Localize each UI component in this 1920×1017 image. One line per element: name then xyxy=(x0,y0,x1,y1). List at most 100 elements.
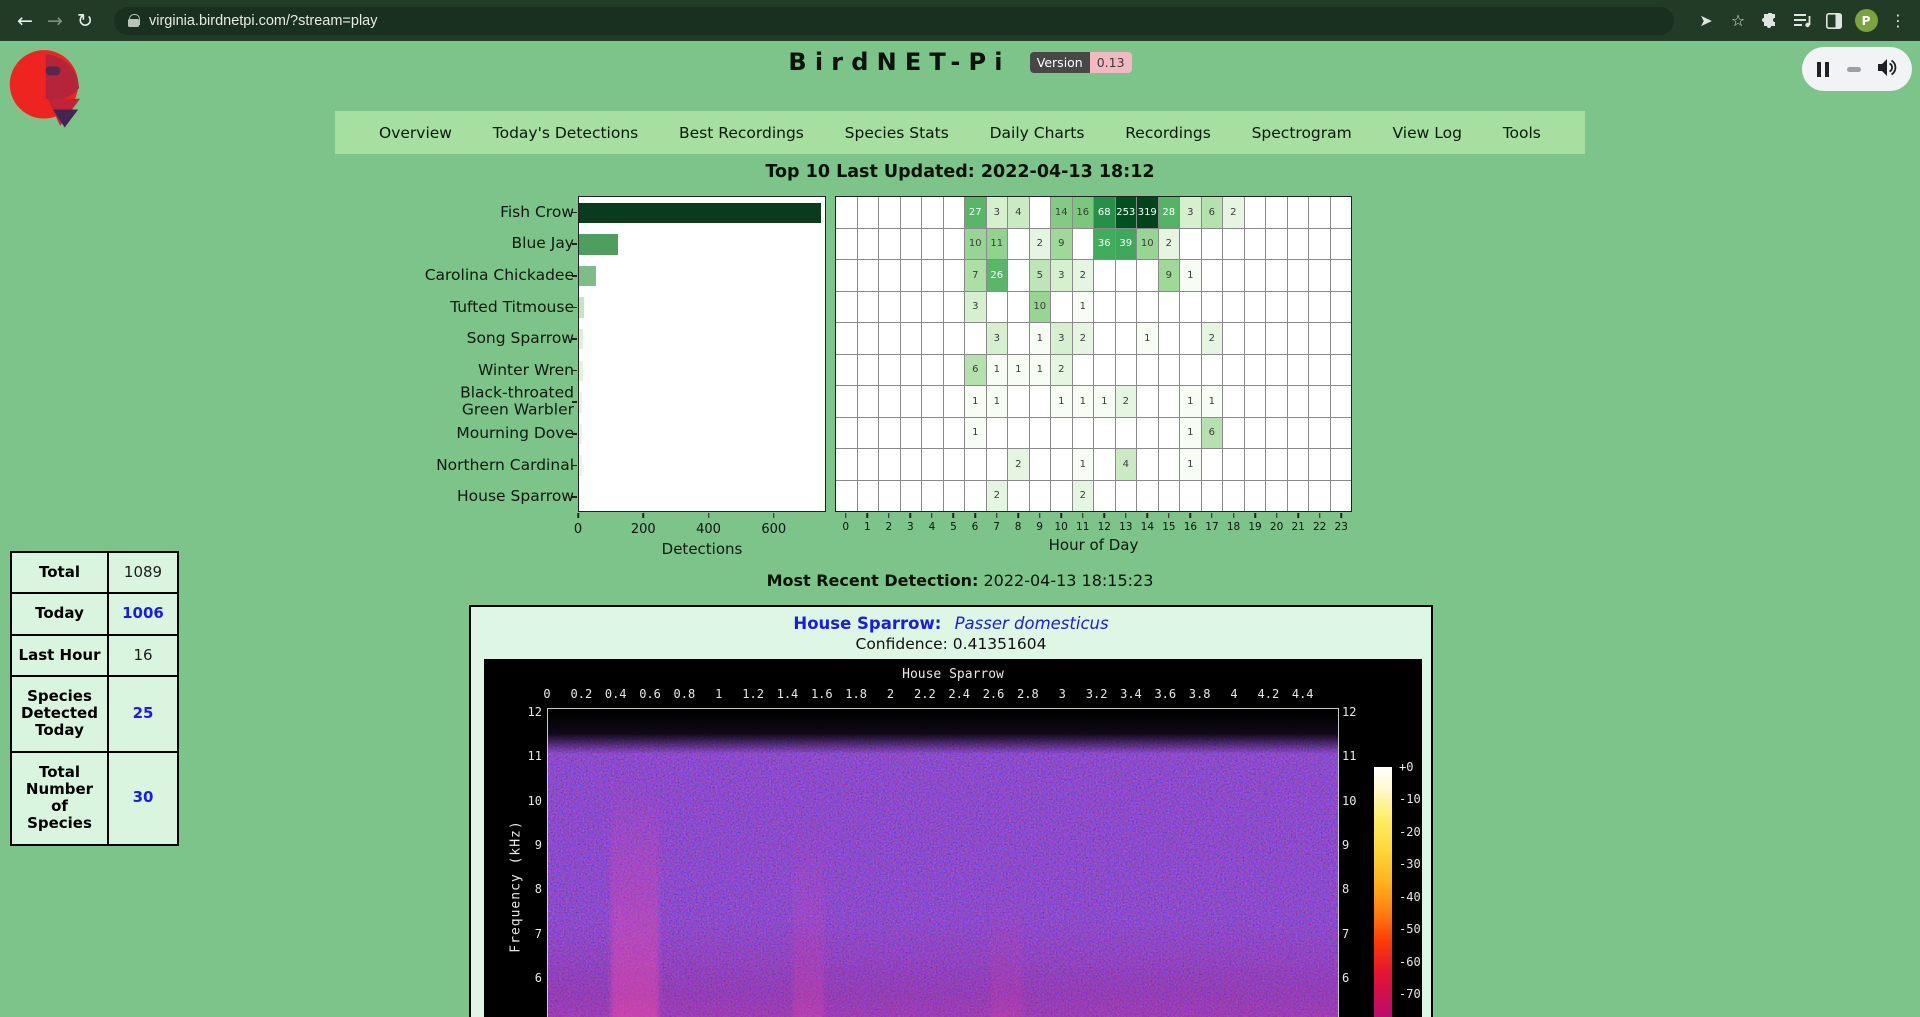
nav-item-recordings[interactable]: Recordings xyxy=(1125,124,1211,142)
heatmap-cell xyxy=(1116,418,1137,449)
heatmap-cell xyxy=(879,292,900,323)
heatmap-cell xyxy=(1030,449,1051,480)
padlock-icon[interactable] xyxy=(128,14,139,28)
heatmap-cell xyxy=(1245,292,1266,323)
heatmap-cell xyxy=(1137,292,1158,323)
heatmap-cell xyxy=(879,481,900,512)
nav-item-spectrogram[interactable]: Spectrogram xyxy=(1252,124,1352,142)
version-label: Version xyxy=(1030,52,1090,73)
heatmap-cell xyxy=(858,355,879,386)
spectrogram-top-band xyxy=(548,709,1338,754)
axis-tick-label: 4 xyxy=(929,521,936,533)
stat-value[interactable]: 25 xyxy=(108,676,178,752)
heatmap-cell: 2 xyxy=(1008,449,1029,480)
heatmap-cell xyxy=(1331,355,1352,386)
address-bar[interactable]: virginia.birdnetpi.com/?stream=play xyxy=(114,7,1674,35)
heatmap-cell xyxy=(836,323,857,354)
nav-item-tools[interactable]: Tools xyxy=(1503,124,1541,142)
y-tick-mark xyxy=(572,338,577,340)
heatmap-cell xyxy=(1202,481,1223,512)
nav-item-view-log[interactable]: View Log xyxy=(1393,124,1462,142)
spectrogram-freq-tick: 7 xyxy=(512,927,542,941)
stat-label: Species Detected Today xyxy=(11,676,108,752)
reload-icon[interactable]: ↻ xyxy=(70,10,100,32)
back-icon[interactable]: ← xyxy=(10,10,40,32)
heatmap-cell xyxy=(944,260,965,291)
heatmap-cell xyxy=(1073,355,1094,386)
heatmap-cell xyxy=(1159,418,1180,449)
heatmap-cell xyxy=(858,323,879,354)
species-link[interactable]: House Sparrow: xyxy=(793,614,941,633)
species-label: Winter Wren xyxy=(424,362,574,378)
colorbar-tick: -30 xyxy=(1399,857,1421,871)
heatmap-cell xyxy=(1309,418,1330,449)
spectrogram-freq-tick: 11 xyxy=(512,749,542,763)
stat-value[interactable]: 1006 xyxy=(108,593,178,634)
nav-item-species-stats[interactable]: Species Stats xyxy=(845,124,949,142)
volume-icon[interactable] xyxy=(1878,59,1897,80)
profile-avatar[interactable]: P xyxy=(1852,7,1880,35)
heatmap-cell xyxy=(922,292,943,323)
heatmap-cell: 26 xyxy=(987,260,1008,291)
x-tick-mark xyxy=(845,513,847,518)
x-tick-mark xyxy=(708,513,710,518)
send-icon[interactable]: ➤ xyxy=(1692,7,1720,35)
forward-icon[interactable]: → xyxy=(40,10,70,32)
heatmap-cell xyxy=(1116,260,1137,291)
heatmap-cell xyxy=(901,418,922,449)
heatmap-cell xyxy=(1245,197,1266,228)
version-value: 0.13 xyxy=(1090,52,1132,73)
heatmap-cell xyxy=(1288,481,1309,512)
menu-dots-icon[interactable]: ⋮ xyxy=(1884,7,1912,35)
heatmap-cell xyxy=(944,386,965,417)
stats-table: Total1089Today1006Last Hour16Species Det… xyxy=(10,551,179,846)
heatmap-cell: 28 xyxy=(1159,197,1180,228)
heatmap-cell xyxy=(1266,197,1287,228)
spectrogram-plot xyxy=(547,708,1339,1017)
spectrogram-freq-tick: 10 xyxy=(1342,794,1372,808)
playlist-extension-icon[interactable] xyxy=(1788,7,1816,35)
axis-tick-label: 0 xyxy=(574,522,582,537)
nav-item-daily-charts[interactable]: Daily Charts xyxy=(990,124,1085,142)
heatmap-cell xyxy=(1137,449,1158,480)
extensions-puzzle-icon[interactable] xyxy=(1756,7,1784,35)
heatmap-cell xyxy=(1137,355,1158,386)
url-text[interactable]: virginia.birdnetpi.com/?stream=play xyxy=(149,13,377,29)
nav-item-overview[interactable]: Overview xyxy=(379,124,452,142)
pause-icon[interactable] xyxy=(1817,62,1829,77)
heatmap-cell xyxy=(836,481,857,512)
x-tick-mark xyxy=(953,513,955,518)
seek-handle[interactable] xyxy=(1847,67,1861,72)
heatmap-cell xyxy=(922,449,943,480)
heatmap-cell: 6 xyxy=(1202,197,1223,228)
stat-value[interactable]: 30 xyxy=(108,752,178,845)
nav-item-today-s-detections[interactable]: Today's Detections xyxy=(493,124,638,142)
heatmap-cell xyxy=(836,449,857,480)
most-recent-value: 2022-04-13 18:15:23 xyxy=(983,571,1153,590)
table-row: Today1006 xyxy=(11,593,178,634)
heatmap-cell xyxy=(858,386,879,417)
heatmap-cell: 3 xyxy=(1051,260,1072,291)
spectrogram-freq-tick: 8 xyxy=(1342,882,1372,896)
spectrogram-freq-tick: 6 xyxy=(512,971,542,985)
heatmap-cell xyxy=(1202,449,1223,480)
nav-item-best-recordings[interactable]: Best Recordings xyxy=(679,124,804,142)
heatmap-cell xyxy=(1288,449,1309,480)
heatmap-cell xyxy=(1223,323,1244,354)
bookmark-star-icon[interactable]: ☆ xyxy=(1724,7,1752,35)
heatmap-cell: 2 xyxy=(1202,323,1223,354)
side-panel-icon[interactable] xyxy=(1820,7,1848,35)
heatmap-cell xyxy=(944,449,965,480)
heatmap-cell xyxy=(1073,229,1094,260)
heatmap-cell xyxy=(1331,323,1352,354)
heatmap-cell xyxy=(901,449,922,480)
x-tick-mark xyxy=(1060,513,1062,518)
heatmap-cell xyxy=(1008,292,1029,323)
spectrogram-time-tick: 3.8 xyxy=(1189,687,1211,701)
x-tick-mark xyxy=(974,513,976,518)
heatmap-cell: 6 xyxy=(1202,418,1223,449)
heatmap-cell xyxy=(1309,260,1330,291)
heatmap-cell xyxy=(1159,292,1180,323)
audio-player[interactable] xyxy=(1802,47,1912,91)
spectrogram-time-tick: 0 xyxy=(543,687,550,701)
